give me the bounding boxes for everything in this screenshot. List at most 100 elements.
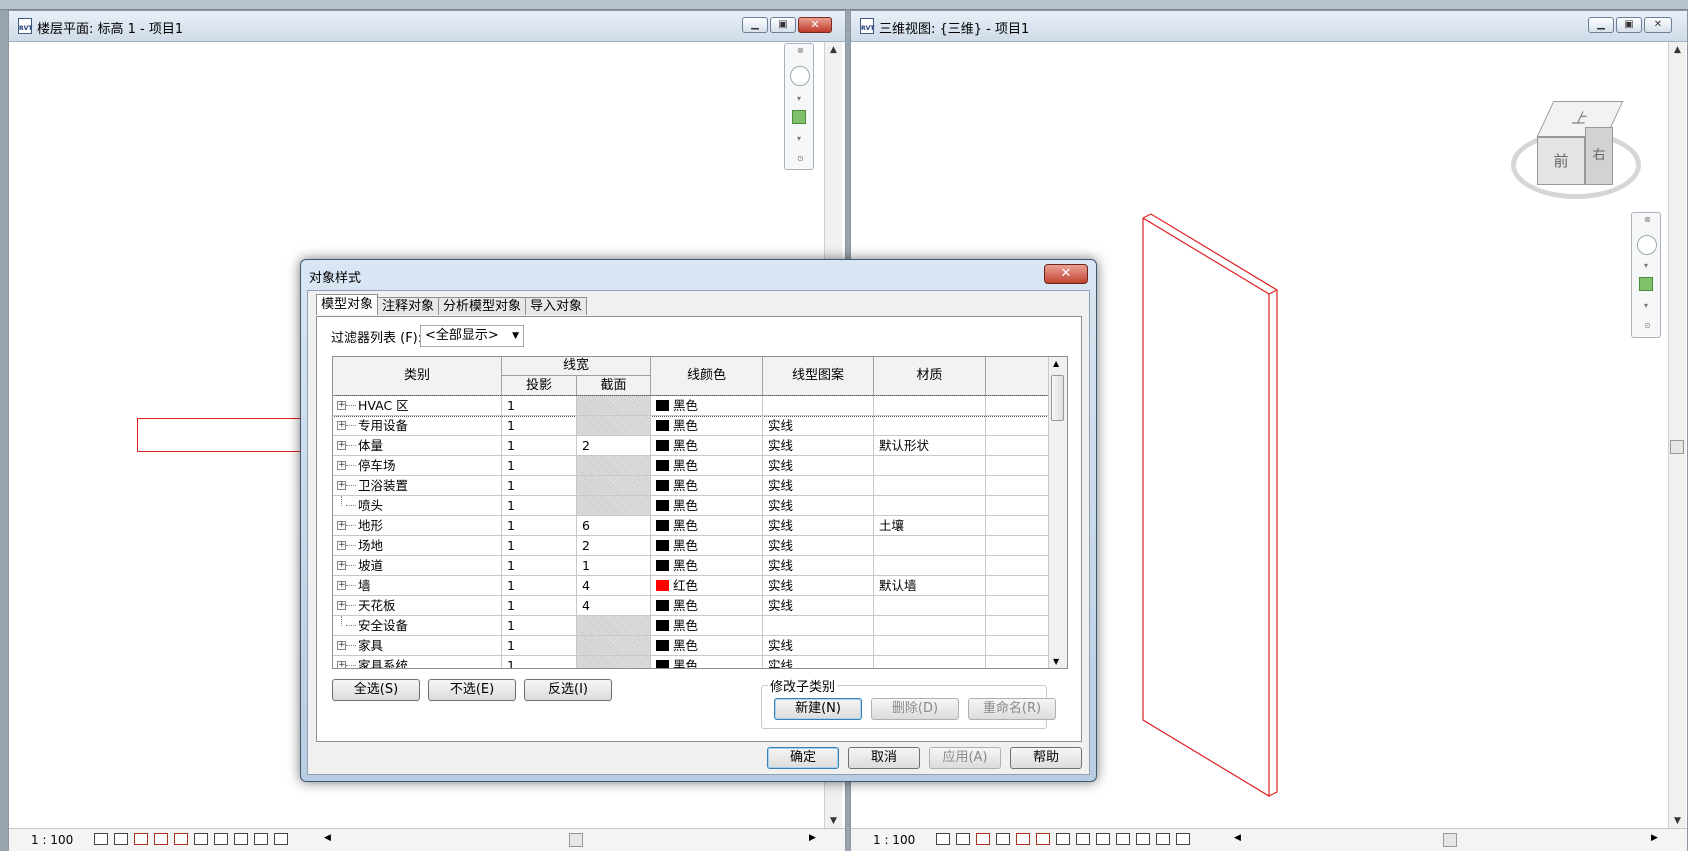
hscroll-left-arrow-icon[interactable]: ◀	[1234, 833, 1241, 843]
object-styles-dialog[interactable]: 对象样式 ✕ 模型对象 注释对象 分析模型对象 导入对象 过滤器列表 (F): …	[300, 259, 1097, 782]
material-cell[interactable]	[874, 416, 986, 435]
cut-weight-cell[interactable]	[577, 456, 651, 475]
worksharing-display-icon[interactable]	[254, 833, 268, 845]
3d-navigation-bar[interactable]: ⊗ ▾ ▾ ⊙	[1631, 212, 1661, 338]
wheel-dropdown-icon[interactable]: ▾	[797, 94, 801, 103]
view-scale[interactable]: 1 : 100	[31, 833, 73, 847]
projection-weight-cell[interactable]: 1	[502, 656, 577, 668]
shadows-icon[interactable]	[996, 833, 1010, 845]
line-pattern-cell[interactable]: 实线	[763, 516, 874, 535]
zoom-dropdown-icon[interactable]: ▾	[1644, 301, 1648, 310]
select-all-button[interactable]: 全选(S)	[332, 679, 420, 701]
material-cell[interactable]	[874, 656, 986, 668]
3d-wall-wireframe[interactable]	[1131, 206, 1331, 806]
view-scale[interactable]: 1 : 100	[873, 833, 915, 847]
table-vertical-scrollbar[interactable]: ▲ ▼	[1048, 357, 1067, 668]
line-pattern-cell[interactable]: 实线	[763, 496, 874, 515]
category-cell[interactable]: + 场地	[333, 536, 502, 555]
material-cell[interactable]	[874, 616, 986, 635]
table-row[interactable]: + 家具系统 1 黑色 实线	[333, 656, 1050, 668]
category-cell[interactable]: + 家具	[333, 636, 502, 655]
zoom-dropdown-icon[interactable]: ▾	[797, 134, 801, 143]
select-none-button[interactable]: 不选(E)	[428, 679, 516, 701]
detail-level-icon[interactable]	[94, 833, 108, 845]
cut-weight-cell[interactable]	[577, 636, 651, 655]
crop-view-icon[interactable]	[174, 833, 188, 845]
line-color-cell[interactable]: 黑色	[651, 456, 763, 475]
material-cell[interactable]: 默认墙	[874, 576, 986, 595]
category-cell[interactable]: 安全设备	[333, 616, 502, 635]
expand-icon[interactable]: +	[337, 481, 346, 490]
zoom-region-icon[interactable]	[792, 110, 806, 124]
category-cell[interactable]: 喷头	[333, 496, 502, 515]
sun-path-icon[interactable]	[976, 833, 990, 845]
category-cell[interactable]: + 坡道	[333, 556, 502, 575]
crop-view-icon[interactable]	[1036, 833, 1050, 845]
delete-subcategory-button[interactable]: 删除(D)	[871, 698, 959, 720]
scroll-down-arrow-icon[interactable]: ▼	[825, 816, 842, 826]
steering-wheel-2d-icon[interactable]	[790, 66, 810, 86]
projection-weight-cell[interactable]: 1	[502, 436, 577, 455]
worksharing-display-icon[interactable]	[1136, 833, 1150, 845]
header-cut[interactable]: 截面	[577, 376, 651, 396]
table-row[interactable]: + 家具 1 黑色 实线	[333, 636, 1050, 656]
table-row[interactable]: + 地形 1 6 黑色 实线 土壤	[333, 516, 1050, 536]
cut-weight-cell[interactable]	[577, 496, 651, 515]
3d-view-title-bar[interactable]: RVT 三维视图: {三维} - 项目1 ▁ ▣ ✕	[851, 11, 1687, 42]
expand-icon[interactable]: +	[337, 461, 346, 470]
line-pattern-cell[interactable]: 实线	[763, 576, 874, 595]
material-cell[interactable]	[874, 476, 986, 495]
material-cell[interactable]: 土壤	[874, 516, 986, 535]
nav-bar-options-icon[interactable]: ⊙	[1644, 321, 1651, 330]
table-row[interactable]: + 天花板 1 4 黑色 实线	[333, 596, 1050, 616]
projection-weight-cell[interactable]: 1	[502, 536, 577, 555]
ok-button[interactable]: 确定	[767, 747, 839, 769]
visual-style-icon[interactable]	[956, 833, 970, 845]
analytical-model-icon[interactable]	[274, 833, 288, 845]
category-cell[interactable]: + 墙	[333, 576, 502, 595]
line-pattern-cell[interactable]	[763, 396, 874, 415]
analytical-model-icon[interactable]	[1156, 833, 1170, 845]
header-material[interactable]: 材质	[874, 357, 986, 396]
expand-icon[interactable]: +	[337, 421, 346, 430]
category-cell[interactable]: + 专用设备	[333, 416, 502, 435]
visual-style-icon[interactable]	[114, 833, 128, 845]
line-color-cell[interactable]: 黑色	[651, 536, 763, 555]
hscroll-left-arrow-icon[interactable]: ◀	[324, 833, 331, 843]
table-row[interactable]: + 体量 1 2 黑色 实线 默认形状	[333, 436, 1050, 456]
line-color-cell[interactable]: 黑色	[651, 656, 763, 668]
dialog-close-button[interactable]: ✕	[1044, 264, 1088, 284]
line-pattern-cell[interactable]: 实线	[763, 456, 874, 475]
header-line-color[interactable]: 线颜色	[651, 357, 763, 396]
material-cell[interactable]	[874, 596, 986, 615]
projection-weight-cell[interactable]: 1	[502, 396, 577, 415]
show-crop-region-icon[interactable]	[194, 833, 208, 845]
floor-plan-horizontal-scroll-thumb[interactable]	[569, 833, 583, 847]
projection-weight-cell[interactable]: 1	[502, 636, 577, 655]
material-cell[interactable]	[874, 636, 986, 655]
cut-weight-cell[interactable]: 1	[577, 556, 651, 575]
header-line-pattern[interactable]: 线型图案	[763, 357, 874, 396]
nav-bar-options-icon[interactable]: ⊙	[797, 154, 804, 163]
line-color-cell[interactable]: 黑色	[651, 396, 763, 415]
close-button[interactable]: ✕	[798, 17, 832, 33]
projection-weight-cell[interactable]: 1	[502, 496, 577, 515]
cut-weight-cell[interactable]: 4	[577, 576, 651, 595]
table-row[interactable]: 安全设备 1 黑色	[333, 616, 1050, 636]
show-crop-region-icon[interactable]	[1056, 833, 1070, 845]
category-cell[interactable]: + 体量	[333, 436, 502, 455]
cut-weight-cell[interactable]	[577, 396, 651, 415]
3d-view-control-bar[interactable]: 1 : 100 ◀ ▶	[851, 828, 1687, 851]
table-row[interactable]: + 卫浴装置 1 黑色 实线	[333, 476, 1050, 496]
table-row[interactable]: + 坡道 1 1 黑色 实线	[333, 556, 1050, 576]
line-color-cell[interactable]: 黑色	[651, 496, 763, 515]
sun-path-icon[interactable]	[134, 833, 148, 845]
projection-weight-cell[interactable]: 1	[502, 516, 577, 535]
tab-annotation-objects[interactable]: 注释对象	[377, 297, 440, 315]
cut-weight-cell[interactable]: 4	[577, 596, 651, 615]
lock-3d-view-icon[interactable]	[1076, 833, 1090, 845]
invert-selection-button[interactable]: 反选(I)	[524, 679, 612, 701]
table-row[interactable]: + 墙 1 4 红色 实线 默认墙	[333, 576, 1050, 596]
table-scroll-thumb[interactable]	[1051, 375, 1064, 421]
help-button[interactable]: 帮助	[1010, 747, 1082, 769]
